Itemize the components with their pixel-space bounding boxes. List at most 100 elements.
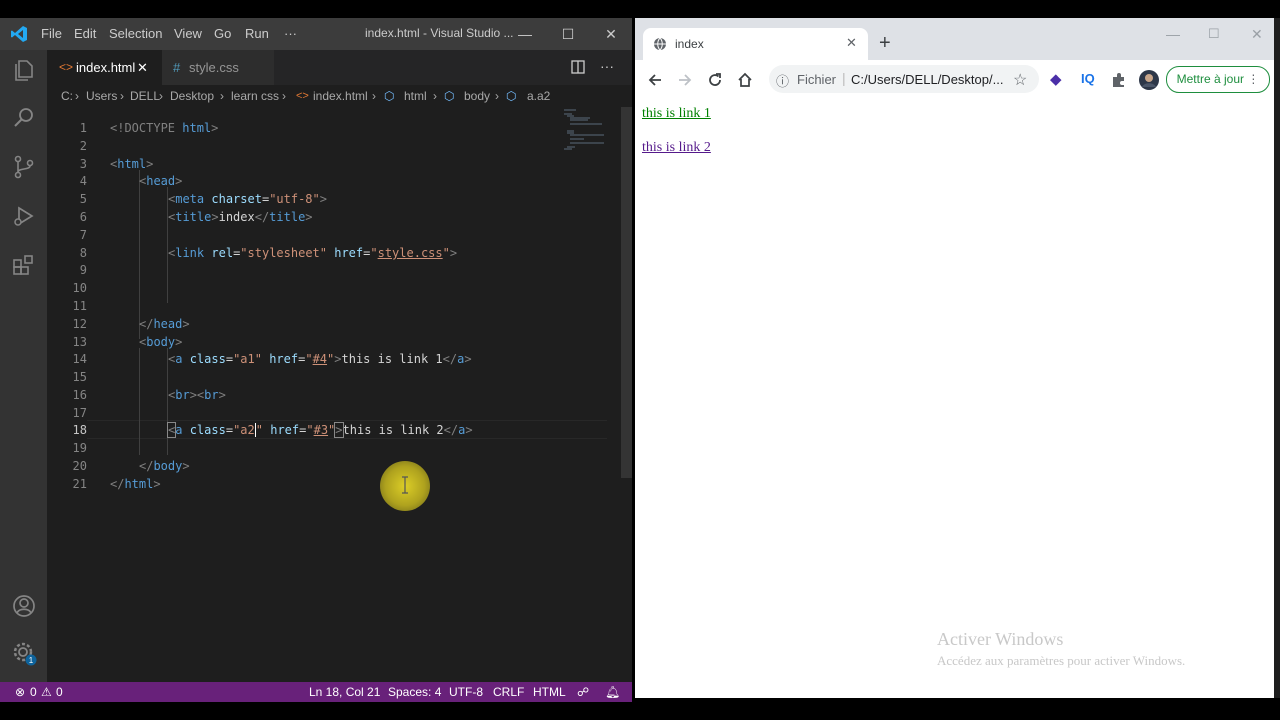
code-line: <meta charset="utf-8"> — [168, 192, 327, 206]
tab-style-css[interactable]: # style.css — [162, 50, 274, 85]
menu-dots-icon: ⋮ — [1247, 72, 1260, 86]
error-icon[interactable]: ⊗ — [15, 682, 25, 702]
close-window-button[interactable]: ✕ — [599, 22, 623, 46]
activity-bar: 1 — [0, 50, 47, 682]
close-tab-icon[interactable]: ✕ — [137, 50, 148, 85]
close-window-button[interactable]: ✕ — [1251, 26, 1263, 43]
extension-iq-icon[interactable]: IQ — [1081, 71, 1095, 86]
code-line: <body> — [139, 335, 183, 349]
browser-window: index ✕ + — ☐ ✕ ⓘ Fichier | C:/Users/DEL… — [635, 18, 1280, 698]
reload-icon[interactable] — [706, 71, 724, 89]
activation-watermark-title: Activer Windows — [937, 629, 1064, 649]
run-debug-icon[interactable] — [11, 203, 37, 229]
menu-edit[interactable]: Edit — [74, 26, 96, 41]
maximize-button[interactable]: ☐ — [1208, 26, 1220, 42]
code-line: <a class="a1" href="#4">this is link 1</… — [168, 352, 472, 366]
extensions-icon[interactable] — [11, 252, 37, 278]
breadcrumb-folder[interactable]: learn css — [231, 85, 279, 107]
breadcrumb-file[interactable]: index.html — [313, 85, 368, 107]
browser-toolbar: ⓘ Fichier | C:/Users/DELL/Desktop/... ☆ … — [635, 60, 1280, 101]
search-icon[interactable] — [11, 105, 37, 131]
explorer-icon[interactable] — [11, 57, 37, 83]
minimize-button[interactable]: — — [513, 22, 537, 46]
indentation[interactable]: Spaces: 4 — [388, 682, 441, 702]
element-symbol-icon: ⬡ — [506, 89, 517, 103]
breadcrumb-html[interactable]: html — [404, 85, 427, 107]
profile-avatar[interactable] — [1139, 70, 1159, 90]
code-line: </body> — [139, 459, 190, 473]
menu-more[interactable]: ··· — [284, 26, 297, 41]
extensions-puzzle-icon[interactable] — [1110, 71, 1128, 89]
breadcrumb-a[interactable]: a.a2 — [527, 85, 550, 107]
warning-icon[interactable]: ⚠ — [41, 682, 52, 702]
line-number: 17 — [72, 406, 87, 420]
globe-icon — [654, 37, 666, 51]
line-number: 20 — [72, 459, 87, 473]
line-number: 2 — [79, 139, 87, 153]
menu-view[interactable]: View — [174, 26, 202, 41]
back-arrow-icon[interactable] — [646, 71, 664, 89]
vscode-logo-icon — [11, 26, 27, 42]
tab-label: style.css — [189, 60, 239, 75]
info-icon[interactable]: ⓘ — [776, 71, 789, 90]
source-control-icon[interactable] — [11, 154, 37, 180]
status-bar: ⊗ 0 ⚠ 0 Ln 18, Col 21 Spaces: 4 UTF-8 CR… — [0, 682, 632, 702]
language-mode[interactable]: HTML — [533, 682, 566, 702]
activation-watermark-subtitle: Accédez aux paramètres pour activer Wind… — [937, 653, 1186, 668]
line-number: 7 — [79, 228, 87, 242]
window-title: index.html - Visual Studio ... — [365, 26, 514, 40]
menu-go[interactable]: Go — [214, 26, 231, 41]
line-number: 3 — [79, 157, 87, 171]
new-tab-button[interactable]: + — [879, 32, 891, 55]
vscode-titlebar: File Edit Selection View Go Run ··· inde… — [0, 18, 632, 50]
code-line: <!DOCTYPE html> — [110, 121, 219, 135]
url-text[interactable]: C:/Users/DELL/Desktop/... — [851, 72, 1003, 87]
tab-index-html[interactable]: <> index.html ✕ — [47, 50, 162, 85]
code-line: </html> — [110, 477, 161, 491]
line-number: 4 — [79, 174, 87, 188]
error-count[interactable]: 0 — [30, 682, 37, 702]
browser-tab[interactable]: index ✕ — [643, 28, 868, 60]
line-number: 13 — [72, 335, 87, 349]
css-file-icon: # — [173, 60, 181, 75]
minimap[interactable] — [562, 107, 617, 157]
menu-run[interactable]: Run — [245, 26, 269, 41]
cursor-position[interactable]: Ln 18, Col 21 — [309, 682, 380, 702]
accounts-icon[interactable] — [11, 593, 37, 619]
extension-diamond-icon[interactable]: ◆ — [1050, 70, 1062, 88]
minimize-button[interactable]: — — [1166, 26, 1180, 42]
split-editor-icon[interactable] — [571, 60, 585, 74]
breadcrumb-users[interactable]: Users — [86, 85, 117, 107]
live-share-icon[interactable]: ☍ — [577, 682, 589, 702]
editor-tabs: <> index.html ✕ # style.css ··· — [47, 50, 632, 85]
code-line: <html> — [110, 157, 154, 171]
page-link-2[interactable]: this is link 2 — [642, 140, 711, 156]
bookmark-star-icon[interactable]: ☆ — [1013, 70, 1027, 90]
close-tab-icon[interactable]: ✕ — [846, 35, 857, 51]
site-info-label[interactable]: Fichier — [797, 72, 836, 87]
encoding[interactable]: UTF-8 — [449, 682, 483, 702]
settings-gear-icon[interactable]: 1 — [11, 640, 37, 666]
warning-count[interactable]: 0 — [56, 682, 63, 702]
end-of-line[interactable]: CRLF — [493, 682, 524, 702]
breadcrumb-drive[interactable]: C: — [61, 85, 73, 107]
update-browser-button[interactable]: Mettre à jour ⋮ — [1166, 66, 1270, 93]
menu-file[interactable]: File — [41, 26, 62, 41]
editor-scrollbar[interactable] — [621, 107, 632, 478]
page-link-1[interactable]: this is link 1 — [642, 106, 711, 122]
notifications-bell-icon[interactable]: 🔔︎ — [605, 682, 620, 702]
forward-arrow-icon[interactable] — [676, 71, 694, 89]
code-line: <head> — [139, 174, 183, 188]
maximize-button[interactable]: ☐ — [556, 22, 580, 46]
more-actions-icon[interactable]: ··· — [600, 58, 614, 74]
breadcrumb-body[interactable]: body — [464, 85, 490, 107]
line-number: 16 — [72, 388, 87, 402]
line-number: 1 — [79, 121, 87, 135]
home-icon[interactable] — [736, 71, 754, 89]
code-editor[interactable]: 1 2 3 4 5 6 7 8 9 10 11 12 13 14 15 16 1… — [47, 107, 632, 682]
browser-tabstrip: index ✕ + — ☐ ✕ ⓘ Fichier | C:/Users/DEL… — [635, 18, 1280, 101]
menu-selection[interactable]: Selection — [109, 26, 162, 41]
address-bar[interactable]: ⓘ Fichier | C:/Users/DELL/Desktop/... — [769, 65, 1039, 93]
breadcrumb-dell[interactable]: DELL — [130, 85, 160, 107]
breadcrumb-desktop[interactable]: Desktop — [170, 85, 214, 107]
